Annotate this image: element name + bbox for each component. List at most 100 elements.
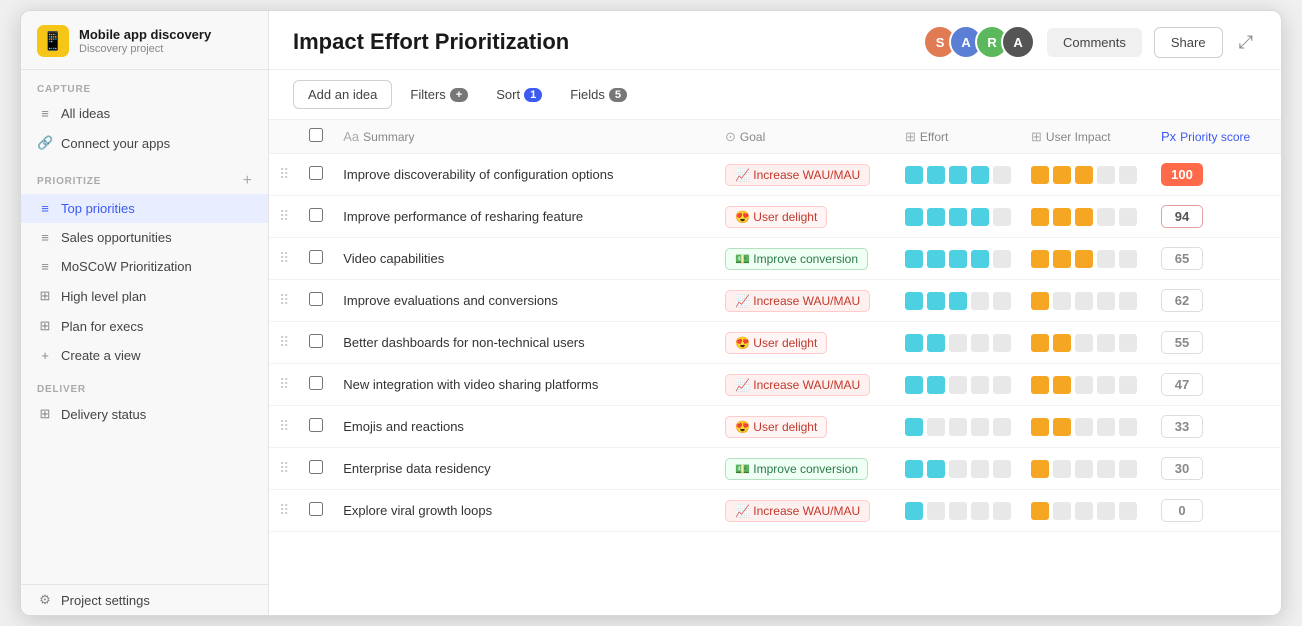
row-checkbox[interactable] <box>309 292 323 306</box>
row-checkbox[interactable] <box>309 334 323 348</box>
sidebar-item-all-ideas[interactable]: ≡ All ideas <box>21 99 268 128</box>
row-checkbox[interactable] <box>309 376 323 390</box>
sidebar-item-plan-for-execs[interactable]: ⊞ Plan for execs <box>21 311 268 341</box>
row-impact <box>1021 196 1151 238</box>
col-impact-header: ⊞ User Impact <box>1021 120 1151 154</box>
expand-button[interactable]: ⤢ <box>1235 28 1257 57</box>
sidebar-item-project-settings[interactable]: ⚙ Project settings <box>21 585 268 615</box>
impact-dot-filled <box>1031 334 1049 352</box>
filters-button[interactable]: Filters + <box>400 81 478 108</box>
avatar-group: S A R A <box>923 25 1035 59</box>
row-priority-score: 0 <box>1151 490 1281 532</box>
row-priority-score: 30 <box>1151 448 1281 490</box>
drag-handle[interactable]: ⠿ <box>269 406 299 448</box>
drag-handle[interactable]: ⠿ <box>269 154 299 196</box>
impact-dot-empty <box>1119 502 1137 520</box>
impact-dot-filled <box>1075 166 1093 184</box>
sidebar-item-create-view[interactable]: + Create a view <box>21 341 268 370</box>
sort-button[interactable]: Sort 1 <box>486 81 552 108</box>
row-summary: Video capabilities <box>333 238 715 280</box>
filters-label: Filters <box>410 87 445 102</box>
sidebar-item-connect-apps[interactable]: 🔗 Connect your apps <box>21 128 268 158</box>
row-priority-score: 94 <box>1151 196 1281 238</box>
select-all-checkbox[interactable] <box>309 128 323 142</box>
effort-dot-filled <box>971 250 989 268</box>
col-effort-header: ⊞ Effort <box>895 120 1021 154</box>
priority-score-badge: 47 <box>1161 373 1203 396</box>
drag-handle[interactable]: ⠿ <box>269 322 299 364</box>
goal-badge: 📈 Increase WAU/MAU <box>725 374 870 396</box>
effort-dot-empty <box>993 166 1011 184</box>
add-idea-button[interactable]: Add an idea <box>293 80 392 109</box>
row-checkbox[interactable] <box>309 250 323 264</box>
row-goal: 💵 Improve conversion <box>715 238 895 280</box>
effort-dots <box>905 250 1011 268</box>
row-goal: 📈 Increase WAU/MAU <box>715 280 895 322</box>
drag-handle[interactable]: ⠿ <box>269 364 299 406</box>
sidebar-item-top-priorities[interactable]: ≡ Top priorities <box>21 194 268 223</box>
row-effort <box>895 154 1021 196</box>
impact-dot-filled <box>1053 250 1071 268</box>
sidebar-item-high-level-plan[interactable]: ⊞ High level plan <box>21 281 268 311</box>
sidebar-item-delivery-status[interactable]: ⊞ Delivery status <box>21 399 268 429</box>
share-button[interactable]: Share <box>1154 27 1223 58</box>
impact-dot-empty <box>1119 250 1137 268</box>
impact-dot-empty <box>1075 418 1093 436</box>
drag-handle[interactable]: ⠿ <box>269 280 299 322</box>
impact-dot-filled <box>1031 292 1049 310</box>
row-impact <box>1021 406 1151 448</box>
impact-dots <box>1031 334 1141 352</box>
sidebar-item-label: Plan for execs <box>61 319 143 334</box>
effort-dots <box>905 292 1011 310</box>
effort-dot-filled <box>905 334 923 352</box>
effort-dot-empty <box>949 334 967 352</box>
goal-badge: 📈 Increase WAU/MAU <box>725 500 870 522</box>
impact-dot-empty <box>1053 502 1071 520</box>
sidebar-item-label: Sales opportunities <box>61 230 172 245</box>
effort-dot-empty <box>993 292 1011 310</box>
impact-dot-filled <box>1053 208 1071 226</box>
effort-dots <box>905 376 1011 394</box>
priority-score-badge: 33 <box>1161 415 1203 438</box>
row-effort <box>895 322 1021 364</box>
table-row: ⠿Improve performance of resharing featur… <box>269 196 1281 238</box>
drag-handle[interactable]: ⠿ <box>269 490 299 532</box>
effort-dot-filled <box>927 208 945 226</box>
impact-dot-empty <box>1119 208 1137 226</box>
link-icon: 🔗 <box>37 135 53 151</box>
effort-dot-empty <box>927 418 945 436</box>
row-checkbox[interactable] <box>309 418 323 432</box>
goal-badge: 📈 Increase WAU/MAU <box>725 164 870 186</box>
row-checkbox[interactable] <box>309 460 323 474</box>
goal-badge: 😍 User delight <box>725 332 827 354</box>
goal-badge: 😍 User delight <box>725 416 827 438</box>
col-summary-header: Aa Summary <box>333 120 715 154</box>
effort-dot-filled <box>905 460 923 478</box>
comments-button[interactable]: Comments <box>1047 28 1142 57</box>
impact-dot-filled <box>1053 376 1071 394</box>
drag-handle[interactable]: ⠿ <box>269 196 299 238</box>
plus-icon: + <box>37 348 53 363</box>
drag-handle[interactable]: ⠿ <box>269 238 299 280</box>
add-view-icon[interactable]: + <box>243 172 252 190</box>
impact-dots <box>1031 208 1141 226</box>
impact-dot-empty <box>1097 502 1115 520</box>
row-effort <box>895 364 1021 406</box>
row-impact <box>1021 490 1151 532</box>
sidebar-item-sales-opportunities[interactable]: ≡ Sales opportunities <box>21 223 268 252</box>
row-summary: Emojis and reactions <box>333 406 715 448</box>
row-goal: 😍 User delight <box>715 322 895 364</box>
effort-dot-filled <box>971 166 989 184</box>
drag-handle[interactable]: ⠿ <box>269 448 299 490</box>
row-priority-score: 47 <box>1151 364 1281 406</box>
effort-dot-empty <box>971 334 989 352</box>
fields-button[interactable]: Fields 5 <box>560 81 637 108</box>
row-checkbox[interactable] <box>309 208 323 222</box>
effort-dot-filled <box>905 292 923 310</box>
project-name: Discovery project <box>79 43 211 55</box>
effort-dot-empty <box>971 418 989 436</box>
sidebar-item-moscow[interactable]: ≡ MoSCoW Prioritization <box>21 252 268 281</box>
row-checkbox[interactable] <box>309 166 323 180</box>
row-checkbox[interactable] <box>309 502 323 516</box>
priority-score-badge: 30 <box>1161 457 1203 480</box>
